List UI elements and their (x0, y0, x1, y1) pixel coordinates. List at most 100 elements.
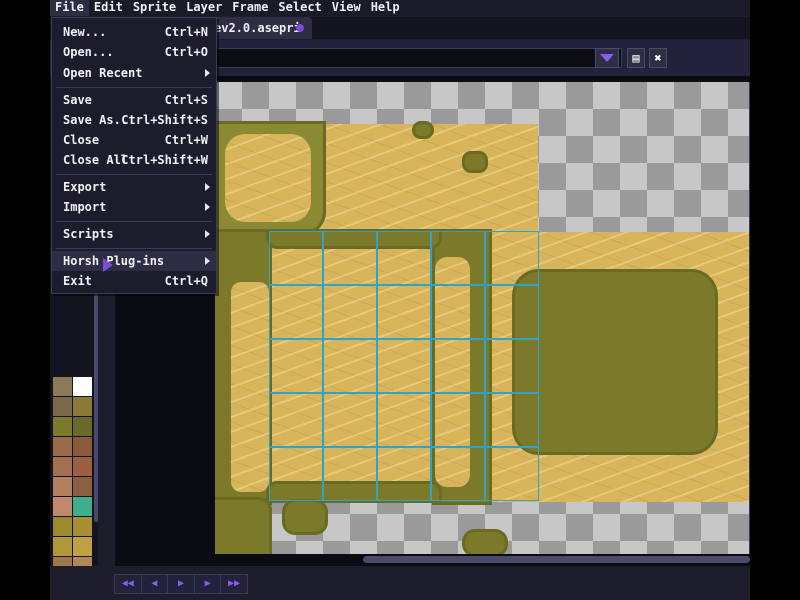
tile-grid-cell[interactable] (377, 339, 431, 393)
tile-grid-cell[interactable] (323, 231, 377, 285)
expand-icon[interactable]: ✖ (649, 48, 667, 68)
palette-swatch[interactable] (52, 536, 73, 557)
menu-item-shortcut: Ctrl+Shift+S (121, 113, 208, 127)
palette-scrollbar[interactable] (94, 286, 98, 522)
tile-grid-cell[interactable] (269, 447, 323, 501)
tile-grid[interactable] (269, 231, 539, 501)
tile-grid-cell[interactable] (431, 231, 485, 285)
palette-swatch[interactable] (72, 516, 93, 537)
tile-grid-cell[interactable] (431, 447, 485, 501)
tile-grid-cell[interactable] (269, 285, 323, 339)
menu-item-shortcut: Ctrl+Q (164, 274, 208, 288)
tile-grid-cell[interactable] (269, 231, 323, 285)
menu-separator (56, 174, 212, 175)
dropdown-button[interactable] (595, 48, 619, 68)
menu-item-open-recent[interactable]: Open Recent (52, 63, 216, 83)
play-icon[interactable]: ▶ (168, 575, 195, 593)
tile-grid-cell[interactable] (323, 393, 377, 447)
last-frame-icon[interactable]: ▶▶ (221, 575, 247, 593)
horizontal-scrollbar[interactable] (363, 556, 750, 563)
grass-tuft (465, 154, 485, 170)
tile-grid-cell[interactable] (431, 285, 485, 339)
menu-layer[interactable]: Layer (181, 0, 227, 16)
menu-item-close-all[interactable]: Close All Ctrl+Shift+W (52, 150, 216, 170)
palette-swatch[interactable] (52, 416, 73, 437)
menu-file[interactable]: File (50, 0, 89, 16)
menu-item-exit[interactable]: Exit Ctrl+Q (52, 271, 216, 291)
tile-grid-cell[interactable] (377, 285, 431, 339)
palette-swatch[interactable] (72, 496, 93, 517)
mouse-cursor-icon (103, 258, 113, 272)
tile-grid-cell[interactable] (323, 339, 377, 393)
palette-swatch[interactable] (72, 376, 93, 397)
menu-item-save[interactable]: Save Ctrl+S (52, 90, 216, 110)
tile-grid-cell[interactable] (269, 393, 323, 447)
tile-grid-cell[interactable] (431, 339, 485, 393)
tile-grid-cell[interactable] (269, 339, 323, 393)
palette-swatch[interactable] (52, 476, 73, 497)
first-frame-icon[interactable]: ◀◀ (115, 575, 142, 593)
menubar: File Edit Sprite Layer Frame Select View… (50, 0, 750, 16)
modified-dot-icon[interactable] (296, 24, 304, 32)
menu-view[interactable]: View (327, 0, 366, 16)
palette-swatch[interactable] (52, 516, 73, 537)
sand-tile (225, 134, 311, 222)
palette-swatch[interactable] (72, 416, 93, 437)
submenu-arrow-icon (205, 69, 210, 77)
previous-frame-icon[interactable]: ◀ (142, 575, 169, 593)
menu-item-save-as[interactable]: Save As... Ctrl+Shift+S (52, 110, 216, 130)
menu-item-label: New... (63, 25, 107, 39)
menu-item-horsh-plugins[interactable]: Horsh Plug-ins (52, 251, 216, 272)
grass-tuft (285, 502, 325, 532)
palette-swatch[interactable] (72, 396, 93, 417)
palette-swatch[interactable] (52, 396, 73, 417)
tile-grid-cell[interactable] (485, 393, 539, 447)
palette-swatch[interactable] (72, 476, 93, 497)
tile-grid-cell[interactable] (323, 447, 377, 501)
grass-patch (515, 272, 715, 452)
menu-edit[interactable]: Edit (89, 0, 128, 16)
menu-item-import[interactable]: Import (52, 197, 216, 217)
save-icon[interactable]: ▤ (627, 48, 645, 68)
tile-grid-cell[interactable] (377, 447, 431, 501)
vertical-scrollbar[interactable] (749, 82, 750, 554)
tile-grid-cell[interactable] (485, 285, 539, 339)
file-menu: New... Ctrl+N Open... Ctrl+O Open Recent… (51, 17, 217, 294)
menu-item-export[interactable]: Export (52, 177, 216, 197)
tile-grid-cell[interactable] (485, 231, 539, 285)
tile-grid-cell[interactable] (485, 339, 539, 393)
menu-item-scripts[interactable]: Scripts (52, 224, 216, 244)
palette-swatch[interactable] (52, 456, 73, 477)
menu-help[interactable]: Help (366, 0, 405, 16)
playback-controls: ◀◀ ◀ ▶ ▶ ▶▶ (114, 574, 248, 594)
menu-item-close[interactable]: Close Ctrl+W (52, 130, 216, 150)
menu-item-open[interactable]: Open... Ctrl+O (52, 42, 216, 62)
next-frame-icon[interactable]: ▶ (195, 575, 222, 593)
submenu-arrow-icon (205, 203, 210, 211)
palette-swatch[interactable] (72, 536, 93, 557)
menu-select[interactable]: Select (273, 0, 326, 16)
tile-grid-cell[interactable] (377, 231, 431, 285)
sprite-canvas[interactable] (215, 82, 750, 554)
grass-tuft (465, 532, 505, 554)
menu-separator (56, 87, 212, 88)
menu-item-shortcut: Ctrl+O (164, 45, 208, 59)
menu-item-shortcut: Ctrl+S (164, 93, 208, 107)
palette-swatch[interactable] (52, 496, 73, 517)
menu-item-label: Open Recent (63, 66, 143, 80)
palette-swatch[interactable] (72, 436, 93, 457)
sand-tile (231, 282, 269, 492)
tile-grid-cell[interactable] (431, 393, 485, 447)
menu-item-new[interactable]: New... Ctrl+N (52, 22, 216, 42)
menu-item-label: Close All (63, 153, 129, 167)
tile-grid-cell[interactable] (377, 393, 431, 447)
grass-tuft (415, 124, 431, 136)
palette-swatch[interactable] (52, 436, 73, 457)
tile-grid-cell[interactable] (323, 285, 377, 339)
menu-sprite[interactable]: Sprite (128, 0, 181, 16)
context-field[interactable] (215, 48, 622, 68)
palette-swatch[interactable] (72, 456, 93, 477)
tile-grid-cell[interactable] (485, 447, 539, 501)
menu-frame[interactable]: Frame (227, 0, 273, 16)
palette-swatch[interactable] (52, 376, 73, 397)
